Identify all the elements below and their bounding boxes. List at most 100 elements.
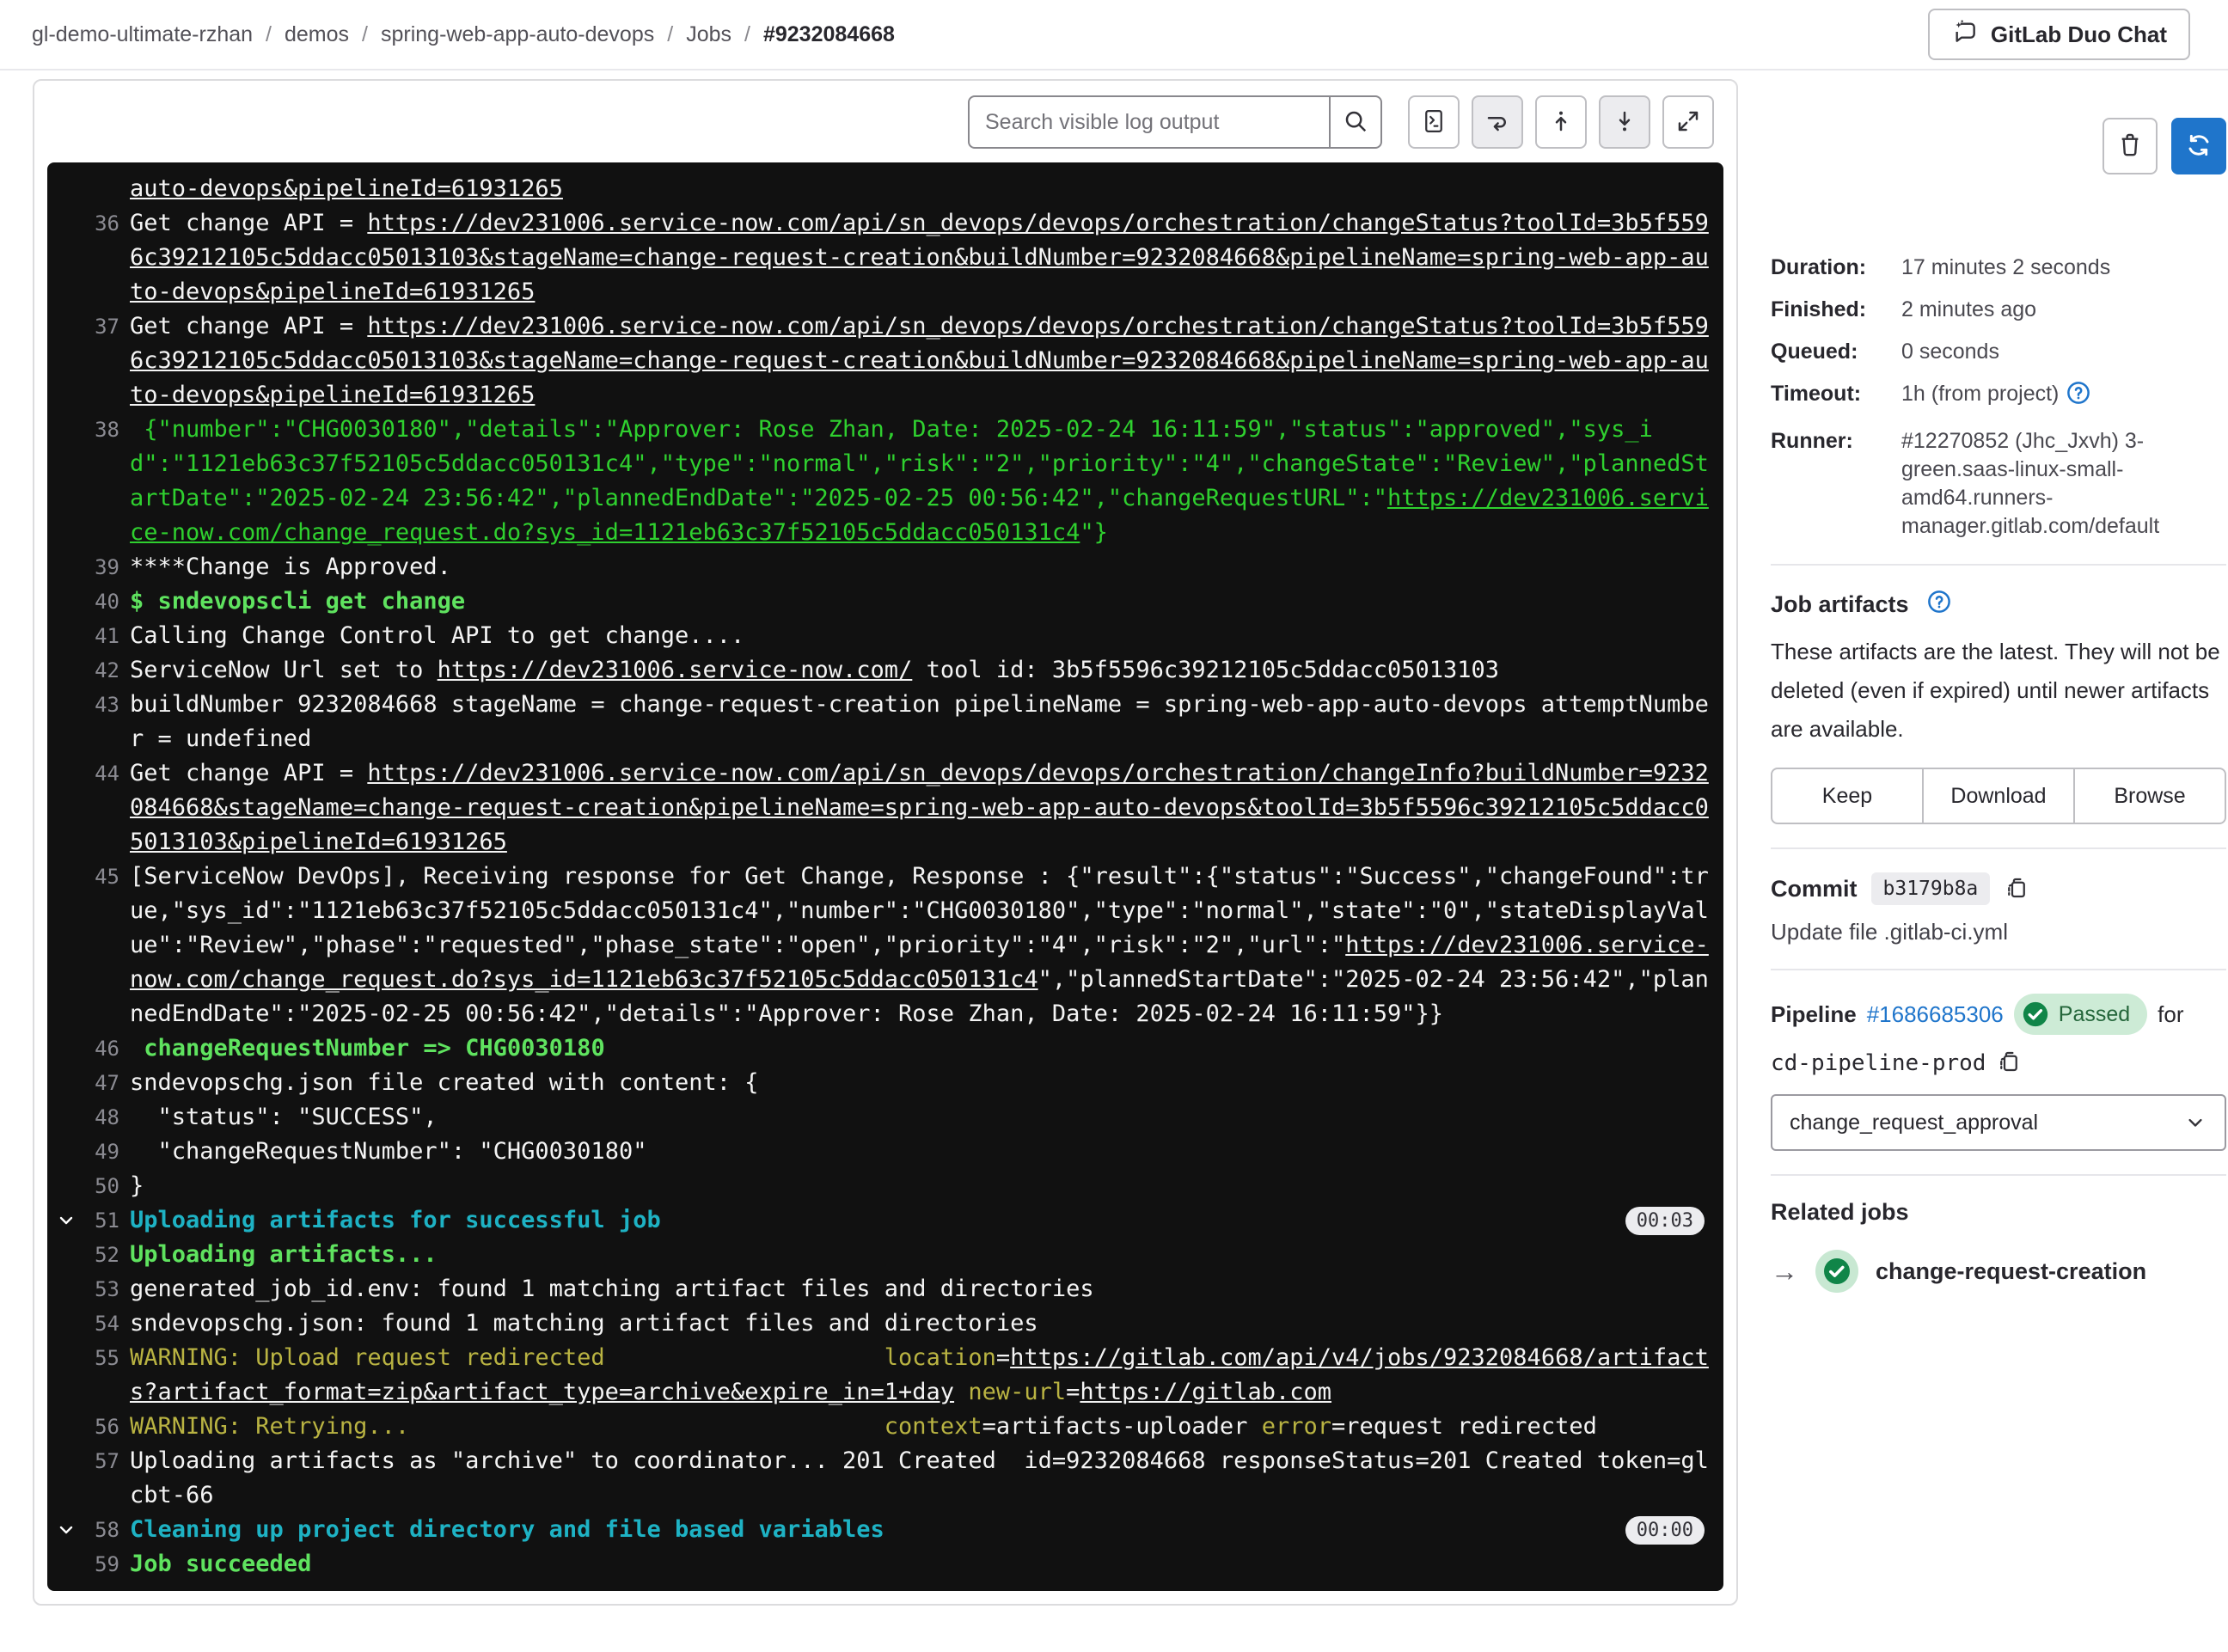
log-line-number[interactable]: 42 — [83, 653, 119, 688]
log-text: Job succeeded — [130, 1551, 312, 1577]
log-line-content: sndevopschg.json file created with conte… — [130, 1066, 1711, 1100]
show-raw-log-button[interactable] — [1408, 95, 1460, 149]
log-line-number[interactable]: 50 — [83, 1169, 119, 1203]
fullscreen-button[interactable] — [1662, 95, 1714, 149]
log-line-number[interactable]: 36 — [83, 206, 119, 309]
log-line: 59 Job succeeded — [47, 1547, 1723, 1582]
log-line-number[interactable]: 39 — [83, 550, 119, 584]
keep-artifacts-button[interactable]: Keep — [1771, 768, 1924, 824]
log-section-header[interactable]: Cleaning up project directory and file b… — [130, 1516, 884, 1543]
gitlab-duo-chat-button[interactable]: GitLab Duo Chat — [1927, 9, 2190, 60]
log-line-number[interactable]: 48 — [83, 1100, 119, 1135]
log-line-number[interactable]: 43 — [83, 688, 119, 756]
log-line: auto-devops&pipelineId=61931265 — [47, 172, 1723, 206]
log-line-number[interactable]: 46 — [83, 1031, 119, 1066]
log-line: 37 Get change API = https://dev231006.ser… — [47, 309, 1723, 413]
search-submit-button[interactable] — [1329, 95, 1382, 149]
job-log: auto-devops&pipelineId=61931265 36 Get cha… — [47, 162, 1723, 1591]
log-line-number[interactable]: 56 — [83, 1410, 119, 1444]
log-line-number[interactable]: 44 — [83, 756, 119, 860]
wrap-lines-button[interactable] — [1472, 95, 1523, 149]
log-search-input[interactable] — [968, 95, 1329, 149]
log-line-number[interactable]: 49 — [83, 1135, 119, 1169]
log-line-number — [83, 172, 119, 206]
erase-job-log-button[interactable] — [2103, 118, 2158, 174]
log-text: Get change API = — [130, 760, 368, 786]
log-link[interactable]: https://gitlab.com — [1080, 1379, 1331, 1405]
commit-message[interactable]: Update file .gitlab-ci.yml — [1771, 919, 2226, 945]
breadcrumb-link[interactable]: spring-web-app-auto-devops — [381, 22, 654, 47]
copy-commit-sha-button[interactable] — [2004, 875, 2029, 903]
pipeline-status-badge[interactable]: Passed — [2013, 994, 2148, 1035]
log-link[interactable]: auto-devops&pipelineId=61931265 — [130, 175, 563, 202]
log-line-number[interactable]: 53 — [83, 1272, 119, 1306]
breadcrumb-link[interactable]: demos — [285, 22, 349, 47]
selected-stage: change_request_approval — [1790, 1110, 2039, 1135]
detail-label: Duration: — [1771, 255, 1867, 279]
copy-icon — [1996, 1049, 2022, 1077]
help-icon[interactable] — [2066, 380, 2091, 413]
log-link[interactable]: https://dev231006.service-now.com/api/sn… — [130, 313, 1709, 408]
log-link[interactable]: https://dev231006.service-now.com/api/sn… — [130, 760, 1709, 855]
job-stage-dropdown[interactable]: change_request_approval — [1771, 1094, 2226, 1151]
log-line-number[interactable]: 37 — [83, 309, 119, 413]
log-line-number[interactable]: 52 — [83, 1238, 119, 1272]
scroll-to-top-button[interactable] — [1535, 95, 1587, 149]
log-text: buildNumber 9232084668 stageName = chang… — [130, 691, 1709, 752]
log-line-number[interactable]: 45 — [83, 860, 119, 1031]
log-line-number[interactable]: 55 — [83, 1341, 119, 1410]
log-text: "changeRequestNumber": "CHG0030180" — [130, 1138, 647, 1165]
related-job-name[interactable]: change-request-creation — [1876, 1258, 2146, 1285]
log-line-number[interactable]: 51 — [83, 1203, 119, 1238]
pipeline-id-link[interactable]: #1686685306 — [1867, 1001, 2004, 1028]
scroll-to-bottom-button[interactable] — [1599, 95, 1650, 149]
log-section-header[interactable]: Uploading artifacts for successful job — [130, 1207, 661, 1233]
log-line-content: sndevopschg.json: found 1 matching artif… — [130, 1306, 1711, 1341]
log-line-content: Uploading artifacts... — [130, 1238, 1711, 1272]
log-line-content: } — [130, 1169, 1711, 1203]
log-card: auto-devops&pipelineId=6193126536Get cha… — [33, 79, 1738, 1606]
log-text: WARNING: Retrying... — [130, 1413, 410, 1440]
log-line-number[interactable]: 58 — [83, 1513, 119, 1547]
commit-sha-badge[interactable]: b3179b8a — [1870, 872, 1991, 905]
log-link[interactable]: https://dev231006.service-now.com/api/sn… — [130, 210, 1709, 305]
log-line-content: Get change API = https://dev231006.servi… — [130, 309, 1711, 413]
collapse-section-toggle[interactable] — [56, 1513, 83, 1547]
search-icon — [1343, 108, 1368, 137]
log-line-number[interactable]: 41 — [83, 619, 119, 653]
log-text: =request redirected — [1331, 1413, 1597, 1440]
help-icon[interactable] — [1926, 589, 1952, 621]
log-text: } — [130, 1172, 144, 1199]
download-artifacts-button[interactable]: Download — [1922, 768, 2075, 824]
pipeline-section: Pipeline #1686685306 Passed for cd-pipel… — [1771, 994, 2226, 1151]
log-line-number[interactable]: 40 — [83, 584, 119, 619]
main-content: auto-devops&pipelineId=6193126536Get cha… — [0, 70, 2228, 1606]
retry-job-button[interactable] — [2171, 118, 2226, 174]
trash-icon — [2116, 132, 2144, 162]
log-line-number[interactable]: 57 — [83, 1444, 119, 1513]
collapse-section-toggle[interactable] — [56, 1203, 83, 1238]
log-line-number[interactable]: 54 — [83, 1306, 119, 1341]
browse-artifacts-button[interactable]: Browse — [2073, 768, 2226, 824]
related-job-item[interactable]: → change-request-creation — [1771, 1250, 2226, 1293]
log-line-content: WARNING: Retrying... context=artifacts-u… — [130, 1410, 1711, 1444]
pipeline-ref[interactable]: cd-pipeline-prod — [1771, 1050, 1986, 1076]
log-line-number[interactable]: 38 — [83, 413, 119, 550]
copy-ref-button[interactable] — [1996, 1049, 2022, 1077]
sidebar-actions — [1771, 118, 2226, 174]
log-line-number[interactable]: 59 — [83, 1547, 119, 1582]
detail-label: Finished: — [1771, 297, 1867, 321]
job-artifacts-title: Job artifacts — [1771, 591, 1909, 617]
log-text: tool id: 3b5f5596c39212105c5ddacc0501310… — [912, 657, 1500, 683]
log-link[interactable]: https://dev231006.service-now.com/ — [438, 657, 913, 683]
breadcrumb-link[interactable]: gl-demo-ultimate-rzhan — [32, 22, 253, 47]
log-line-number[interactable]: 47 — [83, 1066, 119, 1100]
breadcrumb-link[interactable]: Jobs — [686, 22, 731, 47]
